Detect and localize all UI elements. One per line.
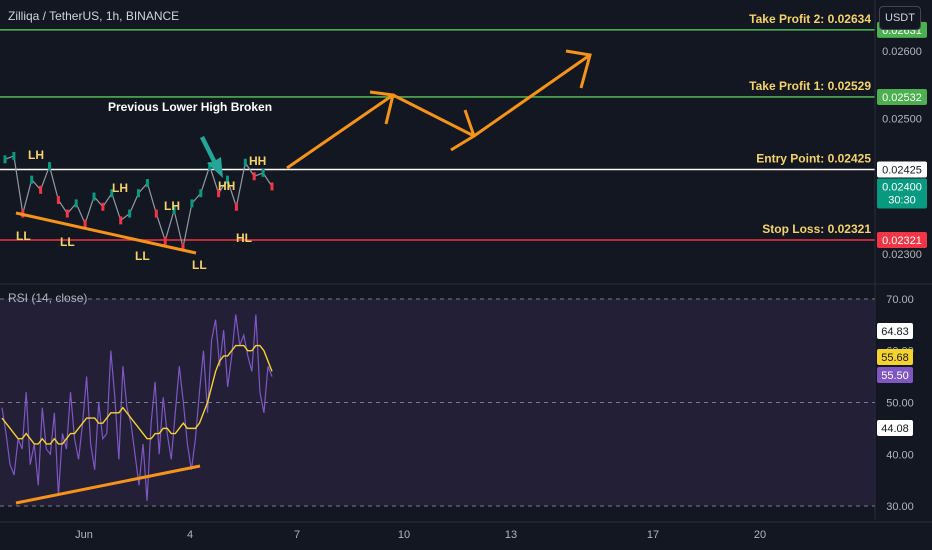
x-tick-label: 4: [187, 529, 193, 541]
price-candle: [65, 209, 69, 218]
price-pane: Take Profit 2: 0.02634 Take Profit 1: 0.0…: [0, 12, 932, 285]
rsi-tag-label: 55.68: [881, 352, 909, 364]
level-label: Entry Point: 0.02425: [756, 151, 871, 165]
x-axis: Jun 4 7 10 13 17 20: [0, 521, 932, 541]
rsi-tick-label: 70.00: [886, 294, 914, 306]
price-tick-label: 0.02600: [882, 46, 922, 58]
x-tick-label: 10: [398, 529, 410, 541]
price-candle: [74, 199, 78, 208]
price-candle: [163, 236, 167, 245]
price-candle: [119, 216, 123, 225]
annotation-label: HH: [249, 154, 266, 168]
rsi-tick-label: 30.00: [886, 501, 914, 513]
rsi-tag-label: 64.83: [881, 326, 909, 338]
symbol-title[interactable]: Zilliqa / TetherUS, 1h, BINANCE: [8, 9, 179, 23]
price-candle: [39, 185, 43, 194]
x-tick-label: Jun: [75, 529, 93, 541]
price-candle: [137, 189, 140, 198]
price-candle: [261, 168, 265, 177]
price-candle: [270, 182, 274, 191]
price-candle: [92, 192, 96, 201]
price-candle: [154, 209, 158, 218]
price-candle: [190, 199, 194, 208]
annotation-label: LL: [60, 235, 75, 249]
level-label: Stop Loss: 0.02321: [762, 222, 871, 236]
price-candle: [252, 172, 256, 181]
price-scale[interactable]: 0.026310.025320.024250.023210.026000.025…: [877, 21, 927, 513]
price-candle: [3, 155, 7, 164]
annotation-label: LL: [135, 249, 150, 263]
price-candle: [243, 158, 247, 167]
price-candle: [199, 189, 203, 198]
x-tick-label: 20: [754, 529, 766, 541]
price-candle: [48, 162, 51, 171]
rsi-pane: [0, 0, 876, 520]
lower-low-trendline: [15, 211, 197, 255]
price-candle: [30, 175, 34, 184]
price-candle: [12, 151, 16, 160]
price-candle: [128, 209, 132, 218]
annotation-label: LH: [112, 181, 128, 195]
price-candle: [83, 219, 87, 228]
price-tick-label: 0.02500: [882, 114, 922, 126]
price-candle: [145, 179, 149, 188]
x-tick-label: 7: [294, 529, 300, 541]
rsi-tag-label: 44.08: [881, 423, 909, 435]
countdown-label: 30:30: [888, 194, 916, 206]
level-tag-label: 0.02532: [882, 92, 922, 104]
currency-button[interactable]: USDT: [879, 6, 921, 30]
price-tick-label: 0.02300: [882, 249, 922, 261]
level-tag-label: 0.02425: [882, 164, 922, 176]
projection-arrow: [286, 53, 591, 170]
level-tag-label: 0.02321: [882, 235, 922, 247]
annotation-label: HL: [236, 231, 252, 245]
annotation-label: LH: [164, 199, 180, 213]
rsi-indicator-title[interactable]: RSI (14, close): [8, 291, 87, 305]
price-candle: [234, 202, 238, 211]
chart[interactable]: Take Profit 2: 0.02634 Take Profit 1: 0.0…: [0, 0, 932, 550]
level-label: Take Profit 2: 0.02634: [749, 12, 871, 26]
level-label: Take Profit 1: 0.02529: [749, 79, 871, 93]
rsi-tag-label: 55.50: [881, 370, 909, 382]
annotation-label: HH: [218, 179, 235, 193]
annotation-label: LL: [192, 258, 207, 272]
x-tick-label: 13: [505, 529, 517, 541]
current-price-label: 0.02400: [882, 181, 922, 193]
rsi-tick-label: 40.00: [886, 449, 914, 461]
rsi-tick-label: 50.00: [886, 397, 914, 409]
annotation-title: Previous Lower High Broken: [108, 100, 272, 114]
annotation-label: LH: [28, 148, 44, 162]
x-tick-label: 17: [647, 529, 659, 541]
price-candle: [56, 196, 60, 204]
price-candle: [101, 202, 105, 211]
annotation-label: LL: [16, 229, 31, 243]
